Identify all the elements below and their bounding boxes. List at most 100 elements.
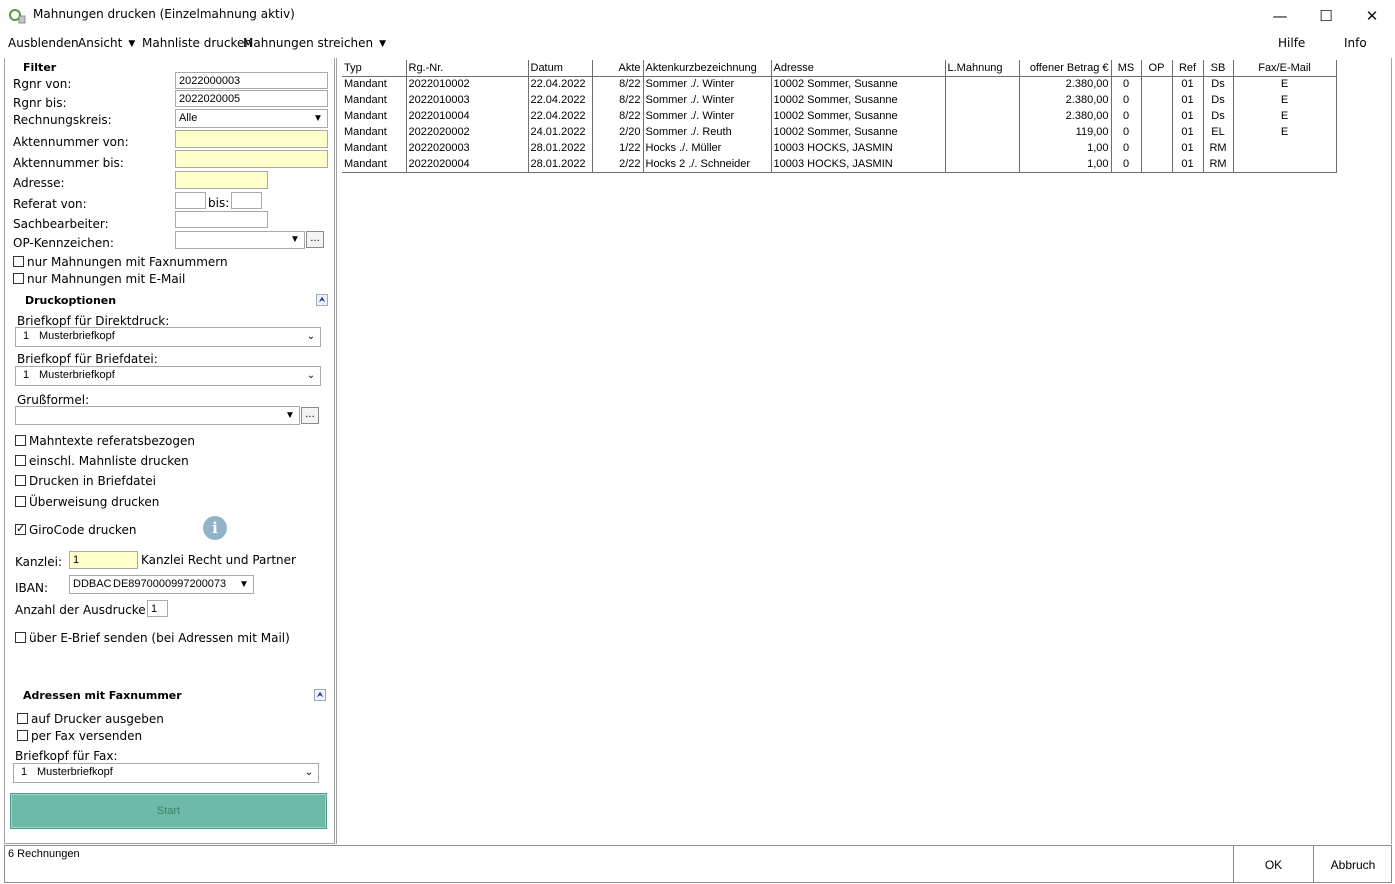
aktennummer-bis-input[interactable] [175,150,328,168]
grussformel-select[interactable]: ▼ [15,406,300,425]
table-cell[interactable]: 10003 HOCKS, JASMIN [771,140,946,156]
mahntexte-checkbox[interactable]: Mahntexte referatsbezogen [15,434,195,448]
chevron-down-icon[interactable]: ⌄ [302,328,320,346]
table-cell[interactable] [945,108,1020,124]
nur-fax-checkbox[interactable]: nur Mahnungen mit Faxnummern [13,255,228,269]
rgnr-bis-input[interactable]: 2022020005 [175,90,328,107]
table-cell[interactable] [1141,156,1173,173]
table-cell[interactable]: RM [1203,156,1234,173]
table-cell[interactable]: Mandant [342,76,407,92]
table-cell[interactable]: Mandant [342,156,407,173]
adresse-input[interactable] [175,171,268,189]
maximize-button[interactable]: ☐ [1303,0,1349,32]
collapse-up-icon[interactable]: ⮝ [316,294,328,306]
table-cell[interactable] [945,92,1020,108]
op-kennzeichen-select[interactable]: ▼ [175,231,305,249]
checkbox-icon[interactable] [15,475,26,486]
table-cell[interactable]: 01 [1172,156,1204,173]
referat-bis-input[interactable] [231,192,262,209]
table-cell[interactable]: 2022010002 [406,76,529,92]
table-cell[interactable]: 1,00 [1019,156,1112,173]
table-cell[interactable]: 2022020002 [406,124,529,140]
col-header-sb[interactable]: SB [1203,60,1234,77]
kanzlei-input[interactable]: 1 [69,551,138,569]
drucker-checkbox[interactable]: auf Drucker ausgeben [17,712,164,726]
table-cell[interactable]: 0 [1111,156,1142,173]
table-cell[interactable]: 0 [1111,124,1142,140]
col-header-adresse[interactable]: Adresse [771,60,946,77]
table-cell[interactable]: Hocks ./. Müller [643,140,772,156]
sachbearbeiter-input[interactable] [175,211,268,228]
table-cell[interactable]: Ds [1203,92,1234,108]
table-cell[interactable]: 1,00 [1019,140,1112,156]
table-cell[interactable]: 2.380,00 [1019,108,1112,124]
table-cell[interactable] [1233,156,1337,173]
chevron-down-icon[interactable]: ▼ [309,110,327,127]
ok-button[interactable]: OK [1233,846,1313,883]
chevron-down-icon[interactable]: ⌄ [300,764,318,782]
table-cell[interactable]: 2/20 [592,124,644,140]
table-row[interactable]: Mandant 2022020002 24.01.2022 2/20 Sommer ./… [342,124,1337,140]
nur-mail-checkbox[interactable]: nur Mahnungen mit E-Mail [13,272,185,286]
table-cell[interactable]: Hocks 2 ./. Schneider [643,156,772,173]
table-cell[interactable]: Sommer ./. Reuth [643,124,772,140]
op-kennzeichen-more-button[interactable]: ... [306,231,324,248]
einschl-mahnliste-checkbox[interactable]: einschl. Mahnliste drucken [15,454,189,468]
checkbox-icon[interactable] [13,256,24,267]
table-cell[interactable]: 01 [1172,108,1204,124]
table-cell[interactable]: 2.380,00 [1019,92,1112,108]
table-cell[interactable]: 2022010004 [406,108,529,124]
table-cell[interactable]: 10002 Sommer, Susanne [771,124,946,140]
table-cell[interactable]: Mandant [342,108,407,124]
col-header-op[interactable]: OP [1141,60,1173,77]
col-header-typ[interactable]: Typ [342,60,407,77]
menu-hilfe[interactable]: Hilfe [1278,36,1305,50]
per-fax-checkbox[interactable]: per Fax versenden [17,729,142,743]
table-cell[interactable]: 10002 Sommer, Susanne [771,76,946,92]
col-header-aktenkurz[interactable]: Aktenkurzbezeichnung [643,60,772,77]
table-cell[interactable]: 0 [1111,140,1142,156]
table-row[interactable]: Mandant 2022010002 22.04.2022 8/22 Sommer ./… [342,76,1337,92]
table-cell[interactable]: E [1233,76,1337,92]
table-cell[interactable]: 01 [1172,124,1204,140]
col-header-rgnr[interactable]: Rg.-Nr. [406,60,529,77]
menu-info[interactable]: Info [1344,36,1367,50]
briefdatei-checkbox[interactable]: Drucken in Briefdatei [15,474,156,488]
checkbox-icon[interactable] [13,273,24,284]
minimize-button[interactable]: — [1257,0,1303,32]
table-cell[interactable]: 28.01.2022 [528,140,593,156]
table-cell[interactable]: 01 [1172,76,1204,92]
rgnr-von-input[interactable]: 2022000003 [175,72,328,89]
rechnungskreis-select[interactable]: Alle ▼ [175,109,328,128]
table-cell[interactable]: 2022020004 [406,156,529,173]
briefkopf-datei-select[interactable]: 1 Musterbriefkopf ⌄ [15,366,321,386]
table-cell[interactable]: 22.04.2022 [528,108,593,124]
ebrief-checkbox[interactable]: über E-Brief senden (bei Adressen mit Ma… [15,631,290,645]
table-cell[interactable]: 2.380,00 [1019,76,1112,92]
table-cell[interactable] [945,140,1020,156]
checkbox-checked-icon[interactable] [15,522,26,535]
col-header-fax-email[interactable]: Fax/E-Mail [1233,60,1337,77]
table-cell[interactable]: 119,00 [1019,124,1112,140]
table-row[interactable]: Mandant 2022010004 22.04.2022 8/22 Sommer ./… [342,108,1337,124]
table-cell[interactable]: Mandant [342,124,407,140]
start-button[interactable]: Start [10,793,327,829]
table-cell[interactable]: 2/22 [592,156,644,173]
table-row[interactable]: Mandant 2022020004 28.01.2022 2/22 Hocks 2 .… [342,156,1337,173]
table-cell[interactable]: Mandant [342,92,407,108]
col-header-akte[interactable]: Akte [592,60,644,77]
abbruch-button[interactable]: Abbruch [1313,846,1392,883]
menu-mahnungen-streichen[interactable]: Mahnungen streichen ▼ [243,36,386,50]
table-row[interactable]: Mandant 2022020003 28.01.2022 1/22 Hocks ./.… [342,140,1337,156]
checkbox-icon[interactable] [15,435,26,446]
chevron-down-icon[interactable]: ▼ [286,232,304,248]
girocode-checkbox[interactable]: GiroCode drucken [15,522,136,537]
table-cell[interactable]: 1/22 [592,140,644,156]
table-cell[interactable]: 01 [1172,92,1204,108]
chevron-down-icon[interactable]: ⌄ [302,367,320,385]
table-cell[interactable]: Sommer ./. Winter [643,76,772,92]
table-cell[interactable]: 2022020003 [406,140,529,156]
table-cell[interactable]: E [1233,108,1337,124]
checkbox-icon[interactable] [15,496,26,507]
briefkopf-fax-select[interactable]: 1 Musterbriefkopf ⌄ [13,763,319,783]
